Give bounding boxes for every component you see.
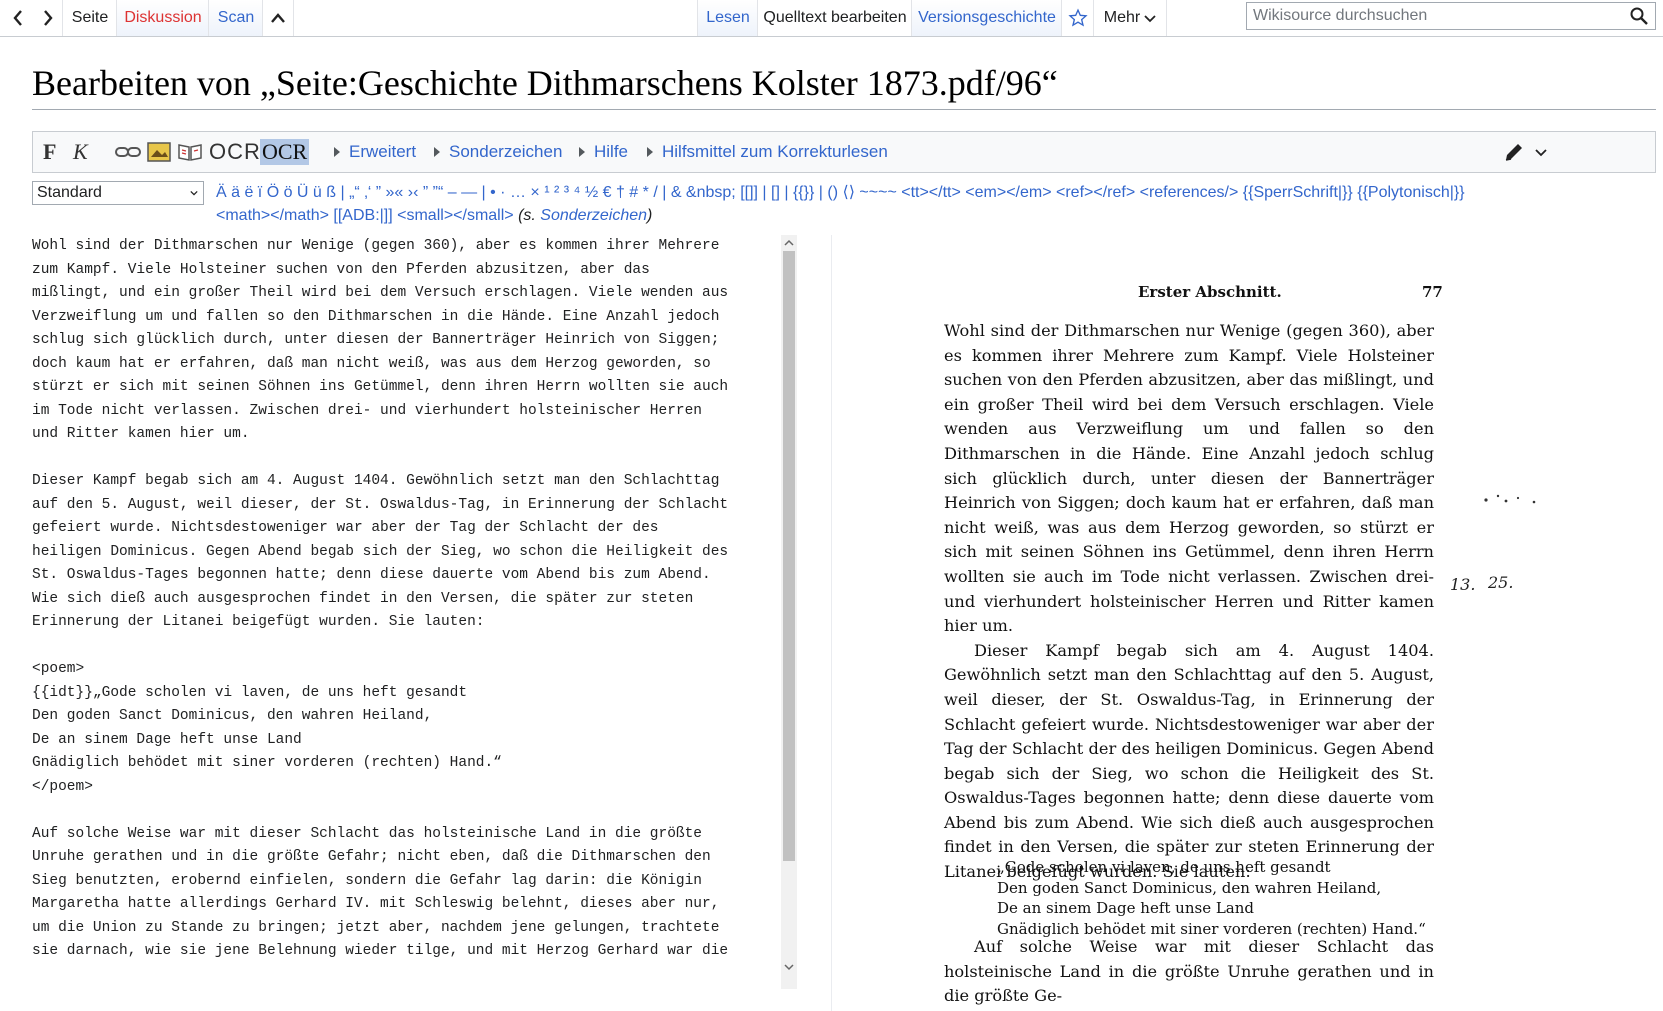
chevron-right-icon xyxy=(44,10,53,26)
scan-body: Wohl sind der Dithmarschen nur Wenige (g… xyxy=(944,319,1434,885)
search-box[interactable] xyxy=(1246,2,1656,30)
chevron-down-icon xyxy=(190,190,198,196)
top-navigation: Seite Diskussion Scan Lesen Quelltext be… xyxy=(0,0,1663,38)
bold-button[interactable]: F xyxy=(43,132,56,172)
wikitext-editor[interactable]: Wohl sind der Dithmarschen nur Wenige (g… xyxy=(32,235,780,989)
watch-button[interactable] xyxy=(1061,0,1095,36)
image-button[interactable] xyxy=(147,132,171,172)
scan-poem: „Gode scholen vi laven, de uns heft gesa… xyxy=(997,858,1426,938)
star-outline-icon xyxy=(1068,8,1088,27)
triangle-right-icon xyxy=(647,147,653,157)
title-divider xyxy=(32,109,1656,110)
scan-paragraph: Auf solche Weise war mit dieser Schlacht… xyxy=(944,937,1434,1006)
pencil-icon xyxy=(1505,144,1522,161)
back-button[interactable] xyxy=(4,0,32,36)
editor-toolbar: F K OCR OCR Erweitert Sonderzeichen Hilf… xyxy=(32,131,1656,173)
ocr-alt-button[interactable]: OCR xyxy=(260,132,310,172)
menu-advanced[interactable]: Erweitert xyxy=(334,132,416,172)
scroll-down-icon[interactable] xyxy=(781,959,797,975)
chevron-left-icon xyxy=(13,10,22,26)
menu-proofreading-tools[interactable]: Hilfsmittel zum Korrekturlesen xyxy=(647,132,888,172)
note-prefix: (s. xyxy=(518,207,541,224)
menu-help[interactable]: Hilfe xyxy=(579,132,628,172)
scan-paragraph: Wohl sind der Dithmarschen nur Wenige (g… xyxy=(944,321,1434,636)
more-menu[interactable]: Mehr xyxy=(1093,0,1167,36)
chevron-up-icon xyxy=(271,13,285,23)
tab-page[interactable]: Seite xyxy=(62,0,118,37)
tab-history[interactable]: Versionsgeschichte xyxy=(911,0,1063,36)
tab-discussion[interactable]: Diskussion xyxy=(116,0,210,36)
italic-button[interactable]: K xyxy=(73,132,88,172)
tab-read[interactable]: Lesen xyxy=(697,0,759,36)
tab-underline xyxy=(0,36,1663,37)
scan-margin-note: 25. xyxy=(1488,573,1514,592)
book-button[interactable] xyxy=(177,132,203,172)
special-chars-note: (s. Sonderzeichen) xyxy=(518,207,652,224)
link-button[interactable] xyxy=(115,132,141,172)
scan-margin-note: 13. xyxy=(1450,575,1476,594)
ocr-alt-label: OCR xyxy=(260,139,310,165)
magnifier-icon[interactable] xyxy=(1629,6,1649,26)
menu-special-chars-label: Sonderzeichen xyxy=(449,142,563,161)
charset-select-value: Standard xyxy=(37,184,102,201)
special-chars-panel: Ä ä ë ï Ö ö Ü ü ß | „“ ‚‘ ” »« ›‹ ” ”“ –… xyxy=(216,181,1556,227)
book-icon xyxy=(178,144,202,161)
editor-scrollbar[interactable] xyxy=(781,235,797,989)
charset-select[interactable]: Standard xyxy=(32,181,204,205)
tab-scan[interactable]: Scan xyxy=(208,0,264,36)
collapse-button[interactable] xyxy=(262,0,294,36)
scan-header-title: Erster Abschnitt. xyxy=(1138,283,1282,301)
forward-button[interactable] xyxy=(34,0,62,36)
special-chars-link[interactable]: Sonderzeichen xyxy=(540,207,647,224)
tab-edit-source[interactable]: Quelltext bearbeiten xyxy=(757,0,913,37)
triangle-right-icon xyxy=(579,147,585,157)
chevron-down-icon xyxy=(1144,15,1156,23)
ink-speck-icon xyxy=(1484,494,1536,504)
menu-proofreading-tools-label: Hilfsmittel zum Korrekturlesen xyxy=(662,142,888,161)
triangle-right-icon xyxy=(434,147,440,157)
scan-paragraph: Dieser Kampf begab sich am 4. August 140… xyxy=(944,640,1434,882)
scrollbar-thumb[interactable] xyxy=(783,251,795,861)
page-title: Bearbeiten von „Seite:Geschichte Dithmar… xyxy=(32,63,1058,103)
chevron-down-icon xyxy=(1535,149,1547,157)
scan-image: Erster Abschnitt. 77 Wohl sind der Dithm… xyxy=(831,235,1557,1011)
link-icon xyxy=(115,147,141,157)
search-input[interactable] xyxy=(1247,3,1629,29)
scan-page-number: 77 xyxy=(1422,283,1443,301)
image-icon xyxy=(147,142,171,162)
more-label: Mehr xyxy=(1103,9,1141,26)
menu-advanced-label: Erweitert xyxy=(349,142,417,161)
triangle-right-icon xyxy=(334,147,340,157)
scroll-up-icon[interactable] xyxy=(781,235,797,251)
special-chars-line-2[interactable]: <math></math> [[ADB:|]] <small></small> xyxy=(216,207,514,224)
note-suffix: ) xyxy=(647,207,653,224)
edit-mode-button[interactable] xyxy=(1503,132,1547,172)
special-chars-line-1[interactable]: Ä ä ë ï Ö ö Ü ü ß | „“ ‚‘ ” »« ›‹ ” ”“ –… xyxy=(216,181,1556,204)
menu-help-label: Hilfe xyxy=(594,142,629,161)
ocr-button[interactable]: OCR xyxy=(209,132,261,172)
menu-special-chars[interactable]: Sonderzeichen xyxy=(434,132,562,172)
